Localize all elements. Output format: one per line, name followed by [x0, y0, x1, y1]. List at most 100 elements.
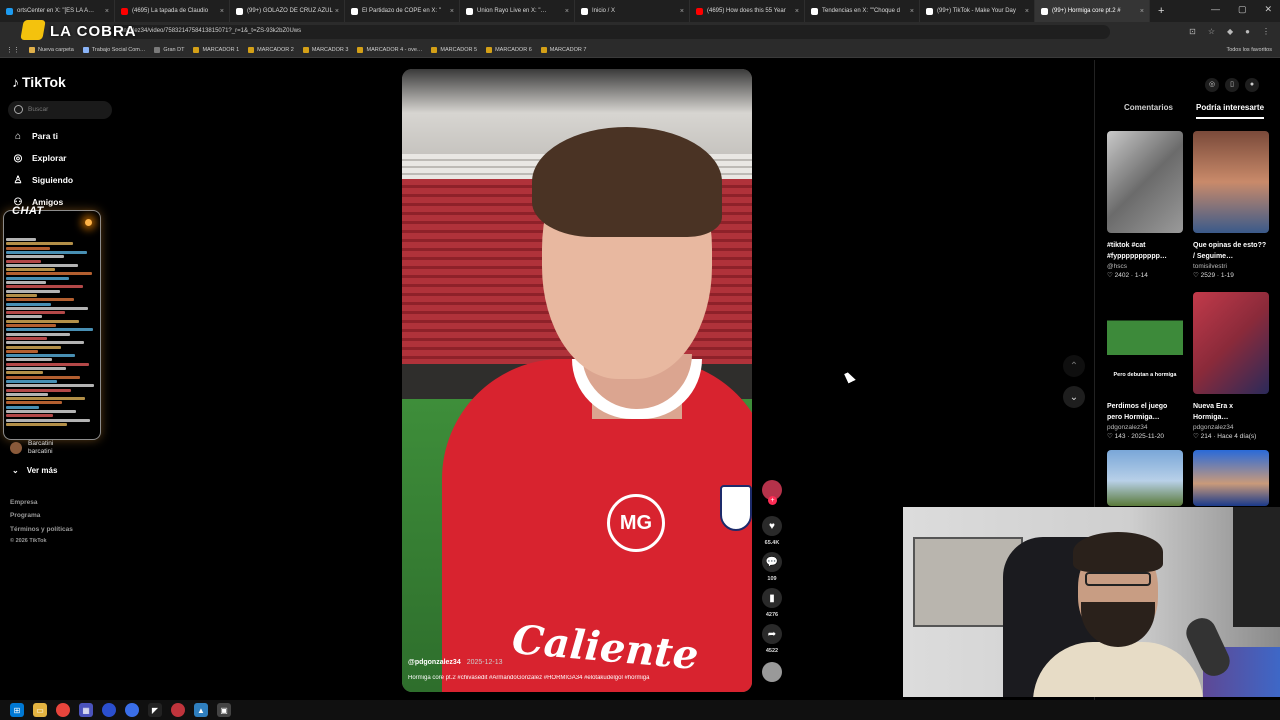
card-author[interactable]: pdgonzalez34 — [1107, 424, 1183, 431]
close-tab-icon[interactable]: × — [220, 8, 224, 15]
music-disc-icon[interactable] — [762, 662, 782, 682]
bookmark-item[interactable]: Gran DT — [154, 46, 184, 53]
browser-tab[interactable]: Inicio / X × — [575, 0, 690, 22]
sidebar-item-3[interactable]: ♙ Siguiendo — [12, 174, 74, 186]
save-button[interactable]: ▮ 4276 — [760, 588, 784, 618]
bookmark-item[interactable]: MARCADOR 6 — [486, 46, 532, 53]
like-button[interactable]: ♥ 65.4K — [760, 516, 784, 546]
video-thumbnail[interactable] — [1193, 450, 1269, 506]
bookmark-item[interactable]: Nueva carpeta — [29, 46, 74, 53]
following-user[interactable]: Barcatini barcatini — [10, 440, 53, 456]
video-player[interactable]: MG Caliente @pdgonzalez34 2025-12-13 Hor… — [402, 69, 752, 692]
browser-tab[interactable]: (4695) La tapada de Claudio × — [115, 0, 230, 22]
bookmark-item[interactable]: MARCADOR 1 — [193, 46, 239, 53]
bookmark-item[interactable]: MARCADOR 7 — [540, 46, 586, 53]
browser-tab[interactable]: (99+) GOLAZO DE CRUZ AZUL × — [230, 0, 345, 22]
recommended-video-card[interactable] — [1107, 450, 1183, 506]
recommended-video-card[interactable]: Nueva Era x Hormiga… pdgonzalez34 ♡ 214 · … — [1193, 292, 1269, 440]
record-app-icon[interactable] — [171, 703, 185, 717]
profile-icon[interactable]: ● — [1245, 27, 1250, 36]
chevron-up-icon: ⌃ — [1069, 360, 1079, 372]
creator-avatar[interactable]: + — [762, 480, 782, 505]
new-tab-button[interactable]: + — [1150, 5, 1172, 17]
video-caption[interactable]: Hormiga core pt.2 #chivasedit #ArmandoGo… — [408, 675, 728, 681]
url-field[interactable]: onzalez34/video/7583214758413815071?_r=1… — [110, 25, 1110, 39]
chrome-icon[interactable] — [56, 703, 70, 717]
video-username[interactable]: @pdgonzalez34 — [408, 659, 461, 666]
file-explorer-icon[interactable]: ▭ — [33, 703, 47, 717]
windows-start-icon[interactable]: ⊞ — [10, 703, 24, 717]
bookmark-item[interactable]: MARCADOR 2 — [248, 46, 294, 53]
close-tab-icon[interactable]: × — [105, 8, 109, 15]
browser-tab[interactable]: El Partidazo de COPE en X: " × — [345, 0, 460, 22]
browser-tab[interactable]: (99+) TikTok - Make Your Day × — [920, 0, 1035, 22]
bookmark-item[interactable]: MARCADOR 4 - ove… — [357, 46, 422, 53]
extension-icon[interactable]: ◆ — [1227, 27, 1233, 36]
video-thumbnail[interactable] — [1193, 292, 1269, 394]
card-author[interactable]: pdgonzalez34 — [1193, 424, 1269, 431]
bookmark-item[interactable]: MARCADOR 5 — [431, 46, 477, 53]
bookmark-item[interactable]: Trabajo Social Com… — [82, 46, 145, 53]
all-bookmarks-folder[interactable]: Todos los favoritos — [1226, 47, 1272, 53]
video-thumbnail[interactable] — [1107, 131, 1183, 233]
video-thumbnail[interactable] — [1193, 131, 1269, 233]
see-more-button[interactable]: ⌄ Ver más — [12, 466, 57, 475]
recommended-video-card[interactable]: #tiktok #cat #fypppppppppp… @hscs ♡ 2402 ·… — [1107, 131, 1183, 279]
next-video-button[interactable]: ⌄ — [1063, 386, 1085, 408]
close-tab-icon[interactable]: × — [335, 8, 339, 15]
bookmark-item[interactable]: MARCADOR 3 — [302, 46, 348, 53]
discord-icon[interactable] — [102, 703, 116, 717]
heart-icon: ♥ — [762, 516, 782, 536]
sidebar-item-1[interactable]: ⌂ Para ti — [12, 130, 58, 142]
user-avatar[interactable]: ● — [1245, 78, 1259, 92]
video-author[interactable]: @pdgonzalez34 2025-12-13 — [408, 659, 503, 666]
footer-company[interactable]: Empresa — [10, 499, 37, 506]
browser-tab[interactable]: (99+) Hormiga core pt.2 # × — [1035, 0, 1150, 22]
tab-comments[interactable]: Comentarios — [1124, 103, 1173, 112]
follow-plus-icon[interactable]: + — [768, 496, 777, 505]
browser-tab[interactable]: ortsCenter en X: "[ES LA A… × — [0, 0, 115, 22]
video-thumbnail[interactable] — [1107, 450, 1183, 506]
browser-icon[interactable] — [125, 703, 139, 717]
obs-icon[interactable]: ◤ — [148, 703, 162, 717]
minimize-icon[interactable]: — — [1211, 4, 1220, 15]
recommended-video-card[interactable]: Pero debutan a hormiga Perdimos el juego … — [1107, 292, 1183, 440]
browser-tab[interactable]: Tendencias en X: ""Choque d × — [805, 0, 920, 22]
maximize-icon[interactable]: ▢ — [1238, 4, 1247, 15]
close-tab-icon[interactable]: × — [565, 8, 569, 15]
app-icon[interactable]: ▲ — [194, 703, 208, 717]
browser-tab[interactable]: (4695) How does this 55 Year × — [690, 0, 805, 22]
footer-program[interactable]: Programa — [10, 512, 40, 519]
terminal-icon[interactable]: ▣ — [217, 703, 231, 717]
recommended-video-card[interactable]: Que opinas de esto?? / Seguime… tomisilve… — [1193, 131, 1269, 279]
card-author[interactable]: @hscs — [1107, 263, 1183, 270]
card-author[interactable]: tomisilvestri — [1193, 263, 1269, 270]
sidebar-item-2[interactable]: ◎ Explorar — [12, 152, 67, 164]
close-window-icon[interactable]: ✕ — [1264, 4, 1272, 15]
footer-terms[interactable]: Términos y políticas — [10, 526, 73, 533]
star-icon[interactable]: ☆ — [1208, 27, 1215, 36]
comment-button[interactable]: 💬 109 — [760, 552, 784, 582]
search-input[interactable]: Buscar — [8, 101, 112, 119]
video-thumbnail[interactable]: Pero debutan a hormiga — [1107, 292, 1183, 394]
tiktok-logo[interactable]: ♪ TikTok — [12, 74, 66, 90]
tab-recommended[interactable]: Podría interesarte — [1196, 103, 1265, 119]
close-tab-icon[interactable]: × — [680, 8, 684, 15]
close-tab-icon[interactable]: × — [1140, 8, 1144, 15]
close-tab-icon[interactable]: × — [795, 8, 799, 15]
close-tab-icon[interactable]: × — [910, 8, 914, 15]
compass-icon[interactable]: ◎ — [1205, 78, 1219, 92]
close-tab-icon[interactable]: × — [450, 8, 454, 15]
share-button[interactable]: ➦ 4522 — [760, 624, 784, 654]
following-icon: ♙ — [13, 174, 23, 186]
device-icon[interactable]: ▯ — [1225, 78, 1239, 92]
browser-tab[interactable]: Union Rayo Live en X: "… × — [460, 0, 575, 22]
card-likes: 143 — [1114, 433, 1126, 440]
apps-icon[interactable]: ⋮⋮ — [6, 46, 20, 54]
close-tab-icon[interactable]: × — [1025, 8, 1029, 15]
grid-app-icon[interactable]: ▦ — [79, 703, 93, 717]
install-icon[interactable]: ⊡ — [1189, 27, 1196, 36]
previous-video-button[interactable]: ⌃ — [1063, 355, 1085, 377]
menu-icon[interactable]: ⋮ — [1262, 27, 1270, 36]
recommended-video-card[interactable] — [1193, 450, 1269, 506]
